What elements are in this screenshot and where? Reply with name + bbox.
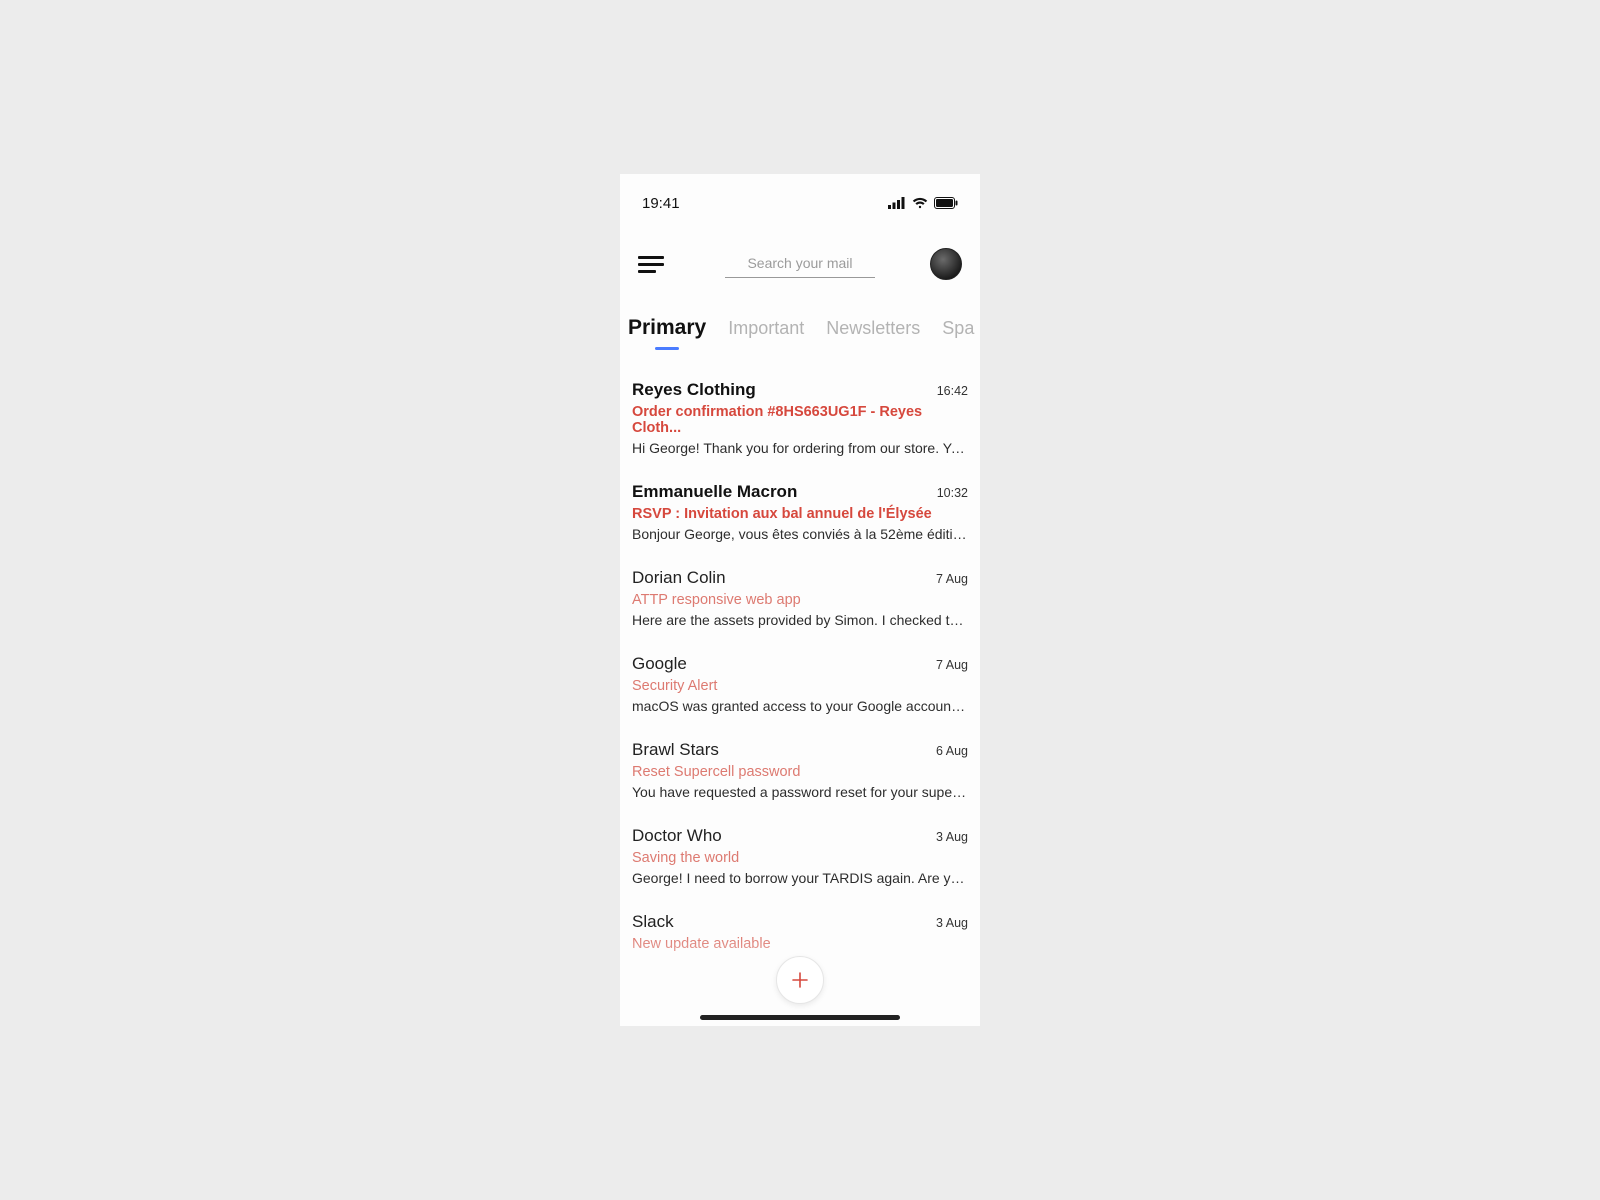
search-wrap [684, 251, 916, 278]
email-preview: Here are the assets provided by Simon. I… [632, 612, 968, 628]
email-time: 16:42 [937, 384, 968, 398]
avatar[interactable] [930, 248, 962, 280]
tabs: Primary Important Newsletters Spa [620, 280, 980, 350]
email-item[interactable]: Brawl Stars 6 Aug Reset Supercell passwo… [630, 728, 970, 814]
email-item[interactable]: Doctor Who 3 Aug Saving the world George… [630, 814, 970, 900]
tab-spam[interactable]: Spa [942, 318, 974, 349]
cellular-signal-icon [888, 197, 906, 209]
email-subject: Reset Supercell password [632, 764, 968, 780]
email-subject: ATTP responsive web app [632, 592, 968, 608]
email-sender: Slack [632, 912, 674, 932]
wifi-icon [912, 197, 928, 209]
email-sender: Doctor Who [632, 826, 722, 846]
status-bar: 19:41 [620, 174, 980, 218]
email-time: 3 Aug [936, 830, 968, 844]
email-time: 3 Aug [936, 916, 968, 930]
phone-frame: 19:41 Primary Important Newsletters Spa [620, 174, 980, 1026]
email-subject: RSVP : Invitation aux bal annuel de l'Él… [632, 506, 968, 522]
plus-icon [790, 970, 810, 990]
tab-newsletters[interactable]: Newsletters [826, 318, 920, 349]
email-item[interactable]: Dorian Colin 7 Aug ATTP responsive web a… [630, 556, 970, 642]
email-time: 7 Aug [936, 658, 968, 672]
email-item[interactable]: Reyes Clothing 16:42 Order confirmation … [630, 368, 970, 470]
email-list: Reyes Clothing 16:42 Order confirmation … [620, 350, 980, 970]
email-preview: George! I need to borrow your TARDIS aga… [632, 870, 968, 886]
battery-icon [934, 197, 958, 209]
email-preview: Bonjour George, vous êtes conviés à la 5… [632, 526, 968, 542]
email-time: 7 Aug [936, 572, 968, 586]
status-time: 19:41 [642, 195, 680, 212]
email-preview: Hi George! Thank you for ordering from o… [632, 440, 968, 456]
status-icons [888, 197, 958, 209]
email-sender: Reyes Clothing [632, 380, 756, 400]
email-preview: macOS was granted access to your Google … [632, 698, 968, 714]
email-item[interactable]: Emmanuelle Macron 10:32 RSVP : Invitatio… [630, 470, 970, 556]
email-sender: Emmanuelle Macron [632, 482, 797, 502]
tab-important[interactable]: Important [728, 318, 804, 349]
email-subject: Security Alert [632, 678, 968, 694]
email-sender: Dorian Colin [632, 568, 726, 588]
email-time: 6 Aug [936, 744, 968, 758]
email-subject: New update available [632, 936, 968, 952]
email-item[interactable]: Google 7 Aug Security Alert macOS was gr… [630, 642, 970, 728]
email-preview: You have requested a password reset for … [632, 784, 968, 800]
menu-icon[interactable] [638, 252, 670, 276]
header [620, 218, 980, 280]
email-sender: Google [632, 654, 687, 674]
email-subject: Order confirmation #8HS663UG1F - Reyes C… [632, 404, 968, 436]
tab-primary[interactable]: Primary [628, 316, 706, 350]
home-indicator[interactable] [700, 1015, 900, 1020]
email-subject: Saving the world [632, 850, 968, 866]
compose-button[interactable] [776, 956, 824, 1004]
email-time: 10:32 [937, 486, 968, 500]
search-input[interactable] [725, 251, 875, 278]
email-sender: Brawl Stars [632, 740, 719, 760]
